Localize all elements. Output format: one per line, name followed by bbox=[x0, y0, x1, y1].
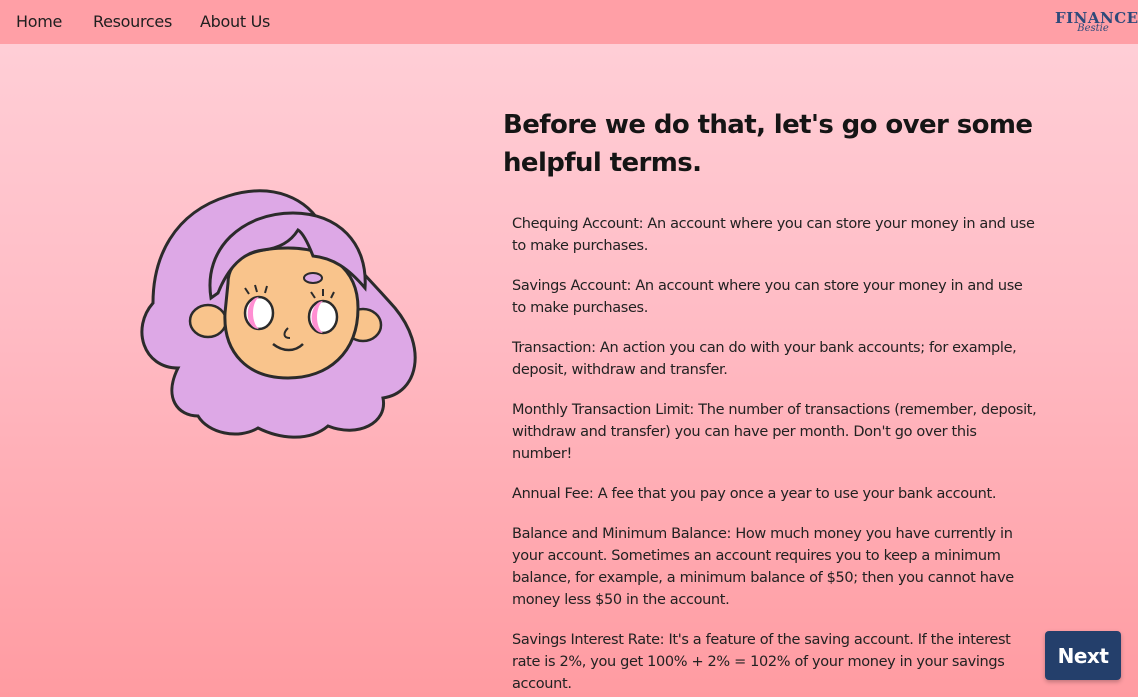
terms-list: Chequing Account: An account where you c… bbox=[512, 213, 1037, 697]
term-definition: A fee that you pay once a year to use yo… bbox=[593, 486, 997, 502]
term-name: Monthly Transaction Limit: bbox=[512, 402, 694, 418]
character-illustration bbox=[133, 188, 425, 440]
term-item: Savings Interest Rate: It's a feature of… bbox=[512, 629, 1037, 695]
term-item: Chequing Account: An account where you c… bbox=[512, 213, 1037, 257]
nav-about-link[interactable]: About Us bbox=[200, 12, 270, 31]
page-heading: Before we do that, let's go over some he… bbox=[503, 110, 1033, 178]
term-item: Savings Account: An account where you ca… bbox=[512, 275, 1037, 319]
term-name: Transaction: bbox=[512, 340, 596, 356]
finance-bestie-logo[interactable]: FINANCE Bestie bbox=[1055, 11, 1138, 39]
term-item: Transaction: An action you can do with y… bbox=[512, 337, 1037, 381]
nav-home-link[interactable]: Home bbox=[16, 12, 62, 31]
term-item: Monthly Transaction Limit: The number of… bbox=[512, 399, 1037, 465]
term-name: Savings Interest Rate: bbox=[512, 632, 665, 648]
term-name: Balance and Minimum Balance: bbox=[512, 526, 732, 542]
girl-purple-hair-icon bbox=[140, 189, 417, 439]
next-button[interactable]: Next bbox=[1045, 631, 1121, 680]
term-item: Balance and Minimum Balance: How much mo… bbox=[512, 523, 1037, 611]
term-name: Annual Fee: bbox=[512, 486, 594, 502]
term-name: Chequing Account: bbox=[512, 216, 644, 232]
term-item: Annual Fee: A fee that you pay once a ye… bbox=[512, 483, 1037, 505]
nav-resources-link[interactable]: Resources bbox=[93, 12, 172, 31]
top-navbar: Home Resources About Us FINANCE Bestie bbox=[0, 0, 1138, 44]
term-name: Savings Account: bbox=[512, 278, 632, 294]
left-eye-icon bbox=[243, 295, 275, 331]
right-eye-icon bbox=[307, 299, 339, 335]
